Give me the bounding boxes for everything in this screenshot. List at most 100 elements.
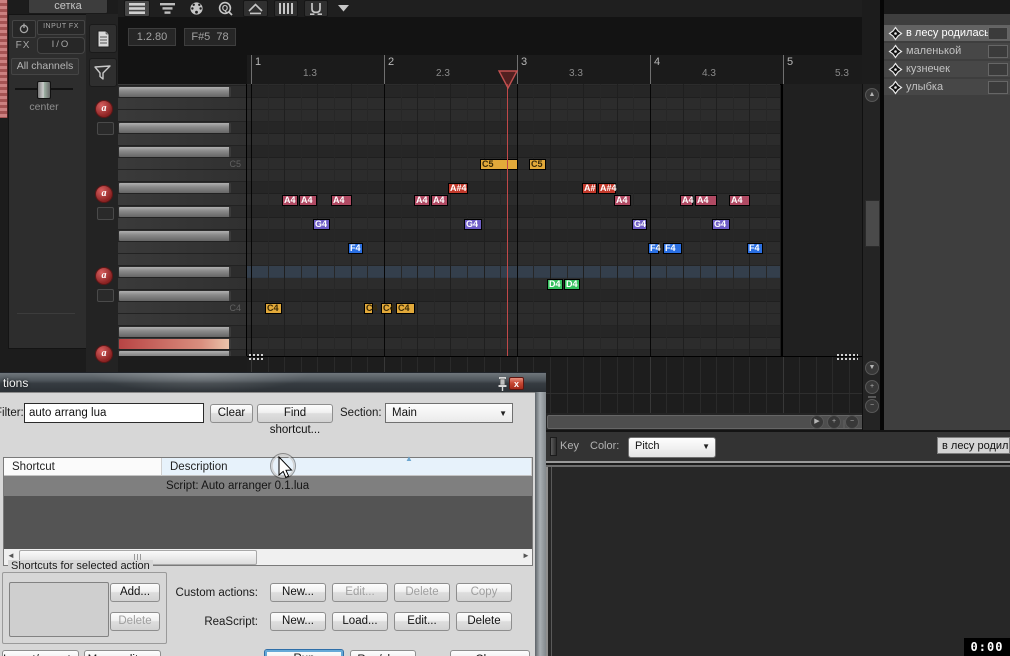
column-header-description[interactable]: Description (162, 458, 532, 476)
automation-icon[interactable]: a (95, 267, 113, 285)
black-key-bar[interactable] (119, 147, 231, 157)
midi-note-G4[interactable]: G4 (712, 219, 730, 230)
midi-note-A4[interactable]: A4 (680, 195, 694, 206)
run-close-button[interactable]: Run/close (350, 650, 416, 656)
piano-key-B3[interactable] (118, 314, 246, 326)
piano-key-C5[interactable]: C5 (118, 158, 246, 170)
black-key-bar[interactable] (119, 351, 231, 356)
vzoom-out-icon[interactable]: − (865, 399, 879, 413)
midi-note-A4[interactable]: A4 (695, 195, 717, 206)
menu-icon[interactable] (124, 0, 150, 17)
reascript-new-button[interactable]: New... (270, 612, 326, 631)
midi-note-A4[interactable]: A4 (331, 195, 352, 206)
drag-grip[interactable] (550, 437, 557, 456)
midi-note-C4[interactable]: C4 (265, 303, 282, 314)
black-key-bar[interactable] (119, 183, 231, 193)
piano-keys[interactable]: C5 C4 (118, 84, 248, 356)
midi-note-C5[interactable]: C5 (480, 159, 518, 170)
black-key-bar[interactable] (119, 207, 231, 217)
midi-note-A#4[interactable]: A#4 (448, 183, 468, 194)
io-button[interactable]: I/O (37, 37, 85, 54)
filter-input[interactable] (24, 403, 204, 423)
input-fx-button[interactable]: INPUT FX (37, 20, 85, 35)
track-row[interactable]: кузнечек (884, 61, 1010, 77)
shortcut-listbox[interactable] (9, 582, 109, 637)
find-shortcut-button[interactable]: Find shortcut... (257, 404, 333, 436)
scroll-right-icon[interactable]: ► (522, 551, 530, 560)
piano-key-G#4[interactable] (118, 206, 246, 218)
track-checkbox[interactable] (988, 44, 1008, 58)
event-filter-button[interactable] (89, 58, 117, 87)
midi-note-A4[interactable]: A4 (282, 195, 298, 206)
black-key-bar[interactable] (119, 291, 231, 301)
dropdown-arrow-icon[interactable] (334, 1, 353, 16)
midi-note-A#4[interactable]: A#4 (598, 183, 617, 194)
midi-note-C4[interactable]: C4 (364, 303, 378, 314)
position-display[interactable]: 1.2.80 (128, 28, 176, 46)
piano-key-D#5[interactable] (118, 122, 246, 134)
midi-note-C4[interactable]: C4 (381, 303, 395, 314)
piano-key-G#3[interactable] (118, 350, 246, 356)
black-key-bar[interactable] (119, 327, 231, 337)
piano-key-F#5[interactable] (118, 86, 246, 98)
clear-button[interactable]: Clear (210, 404, 253, 423)
midi-plug-icon[interactable] (185, 1, 208, 16)
midi-note-A4[interactable]: A4 (729, 195, 750, 206)
color-mode-dropdown[interactable]: Pitch ▼ (628, 437, 716, 458)
track-row[interactable]: улыбка (884, 79, 1010, 95)
midi-note-G4[interactable]: G4 (632, 219, 647, 230)
black-key-bar[interactable] (119, 339, 231, 349)
grid-bars-icon[interactable] (274, 0, 298, 17)
piano-roll-grid[interactable]: C4 A4 A4 G4 A4 F4 C4 C4 C4 A4 A4 A#4 G4 C5 C5 D4 D4 A# A#4… (247, 84, 780, 356)
vertical-scrollbar[interactable]: ▲ ▼ + − (862, 84, 881, 430)
midi-note-D4[interactable]: D4 (547, 279, 563, 290)
piano-key-B4[interactable] (118, 170, 246, 182)
close-icon[interactable]: x (509, 377, 524, 390)
close-button[interactable]: Close (450, 650, 530, 656)
power-button[interactable] (12, 20, 36, 38)
import-export-button[interactable]: Import/export... (2, 650, 80, 656)
vscroll-up-icon[interactable]: ▲ (865, 88, 879, 102)
piano-key-F5[interactable] (118, 98, 246, 110)
piano-key-G4[interactable] (118, 218, 246, 230)
piano-key-A#4[interactable] (118, 182, 246, 194)
hzoom-out-icon[interactable]: − (845, 415, 859, 429)
docked-window-edge[interactable] (0, 0, 8, 118)
active-track-button[interactable]: в лесу родил (937, 437, 1010, 454)
align-lines-icon[interactable] (156, 1, 179, 16)
quantize-q-icon[interactable]: Q (214, 1, 237, 16)
channel-filter-button[interactable]: All channels (11, 58, 79, 75)
item-edge-handle-right[interactable] (836, 353, 858, 360)
playhead-marker[interactable] (497, 70, 519, 90)
column-header-shortcut[interactable]: Shortcut (4, 458, 162, 476)
menu-editor-button[interactable]: Menu editor... (84, 650, 161, 656)
vscroll-down-icon[interactable]: ▼ (865, 361, 879, 375)
midi-note-G4[interactable]: G4 (313, 219, 330, 230)
reascript-edit-button[interactable]: Edit... (394, 612, 450, 631)
midi-note-F4[interactable]: F4 (747, 243, 763, 254)
piano-key-C#4[interactable] (118, 290, 246, 302)
midi-note-D4[interactable]: D4 (564, 279, 580, 290)
reascript-load-button[interactable]: Load... (332, 612, 388, 631)
notation-view-button[interactable] (89, 24, 117, 53)
grid-tab-button[interactable]: сетка (28, 0, 108, 14)
pin-icon[interactable] (497, 376, 508, 391)
automation-param-box[interactable] (97, 207, 114, 220)
custom-action-copy-button[interactable]: Copy (456, 583, 512, 602)
midi-note-C4[interactable]: C4 (396, 303, 415, 314)
note-under-cursor-display[interactable]: F#5 78 (184, 28, 236, 46)
section-dropdown[interactable]: Main ▼ (385, 403, 513, 423)
piano-key-A#3[interactable] (118, 326, 246, 338)
black-key-bar[interactable] (119, 123, 231, 133)
midi-note-A#4[interactable]: A# (582, 183, 597, 194)
black-key-bar[interactable] (119, 231, 231, 241)
timeline-ruler[interactable]: 1 1.3 2 2.3 3 3.3 4 4.3 5 5.3 (247, 55, 862, 85)
track-checkbox[interactable] (988, 80, 1008, 94)
hzoom-in-icon[interactable]: + (827, 415, 841, 429)
piano-key-D5[interactable] (118, 134, 246, 146)
midi-note-A4[interactable]: A4 (414, 195, 430, 206)
piano-key-A3[interactable] (118, 338, 246, 350)
midi-note-C5[interactable]: C5 (529, 159, 546, 170)
automation-param-box[interactable] (97, 122, 114, 135)
midi-note-F4[interactable]: F4 (348, 243, 363, 254)
